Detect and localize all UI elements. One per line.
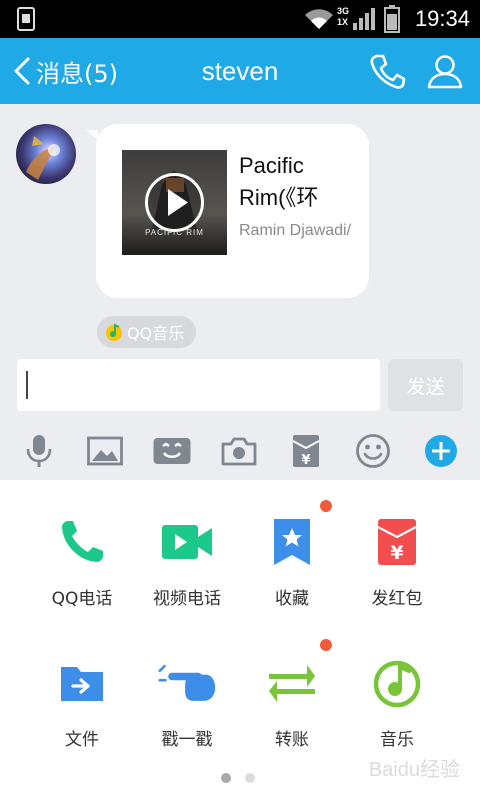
video-call-icon bbox=[162, 525, 212, 559]
song-title: Pacific Rim(《环 bbox=[239, 153, 319, 210]
text-caret bbox=[26, 371, 28, 399]
notification-app-icon bbox=[17, 7, 35, 31]
emoji-icon bbox=[356, 434, 390, 468]
file-item[interactable]: 文件 bbox=[22, 653, 142, 750]
status-bar: 3G 1X 19:34 bbox=[0, 0, 480, 38]
send-red-packet-label: 发红包 bbox=[371, 589, 423, 609]
microphone-icon bbox=[26, 435, 52, 467]
music-icon bbox=[373, 660, 421, 708]
video-message-icon bbox=[153, 438, 191, 464]
chat-header: 消息(5) steven bbox=[0, 38, 480, 104]
music-label: 音乐 bbox=[380, 730, 414, 750]
transfer-badge bbox=[320, 639, 332, 651]
voice-button[interactable] bbox=[15, 424, 63, 478]
favorites-label: 收藏 bbox=[275, 589, 309, 609]
photo-button[interactable] bbox=[81, 424, 129, 478]
album-cover[interactable]: PACIFIC RIM bbox=[122, 150, 227, 255]
page-indicator-inactive bbox=[245, 773, 255, 783]
transfer-icon bbox=[269, 665, 315, 702]
more-actions-panel: QQ电话 视频电话 收藏 ¥ 发红包 文件 戳一戳 转账 音乐 Baidu经验 bbox=[0, 480, 480, 800]
red-envelope-icon: ¥ bbox=[377, 519, 417, 565]
status-time: 19:34 bbox=[414, 6, 470, 31]
more-button[interactable] bbox=[417, 424, 465, 478]
song-artist: Ramin Djawadi/ bbox=[239, 222, 352, 239]
favorites-badge bbox=[320, 500, 332, 512]
plus-icon bbox=[425, 435, 457, 467]
message-input[interactable] bbox=[17, 359, 380, 411]
poke-label: 戳一戳 bbox=[161, 730, 213, 750]
wifi-icon bbox=[305, 9, 333, 30]
source-label: QQ音乐 bbox=[127, 324, 185, 343]
camera-icon bbox=[221, 437, 257, 466]
poke-item[interactable]: 戳一戳 bbox=[127, 653, 247, 750]
album-caption: PACIFIC RIM bbox=[145, 228, 204, 237]
camera-button[interactable] bbox=[215, 424, 263, 478]
phone-call-icon[interactable] bbox=[368, 52, 406, 90]
chat-area: PACIFIC RIM Pacific Rim(《环 Ramin Djawadi… bbox=[0, 104, 480, 480]
network-type-labels: 3G 1X bbox=[337, 6, 350, 27]
qq-call-item[interactable]: QQ电话 bbox=[22, 512, 142, 609]
watermark: Baidu经验 bbox=[368, 759, 460, 781]
avatar[interactable] bbox=[16, 124, 76, 184]
transfer-item[interactable]: 转账 bbox=[232, 639, 352, 750]
qq-call-label: QQ电话 bbox=[51, 589, 113, 609]
send-button[interactable]: 发送 bbox=[388, 359, 463, 411]
input-toolbar: ¥ bbox=[0, 424, 480, 478]
svg-text:¥: ¥ bbox=[390, 542, 403, 564]
favorites-item[interactable]: 收藏 bbox=[232, 500, 352, 609]
video-call-item[interactable]: 视频电话 bbox=[127, 512, 247, 609]
send-red-packet-item[interactable]: ¥ 发红包 bbox=[337, 512, 457, 609]
song-info: Pacific Rim(《环 Ramin Djawadi/ bbox=[239, 150, 359, 243]
music-source-tag[interactable]: QQ音乐 bbox=[97, 316, 197, 348]
chat-title: steven bbox=[201, 56, 279, 86]
red-packet-button[interactable]: ¥ bbox=[282, 424, 330, 478]
file-label: 文件 bbox=[65, 730, 99, 750]
battery-icon bbox=[384, 5, 400, 33]
video-call-label: 视频电话 bbox=[153, 589, 221, 609]
profile-icon[interactable] bbox=[426, 52, 464, 90]
signal-icon bbox=[353, 8, 375, 30]
image-icon bbox=[87, 436, 123, 466]
file-icon bbox=[61, 667, 103, 701]
page-indicator-active bbox=[221, 773, 231, 783]
transfer-label: 转账 bbox=[275, 730, 309, 750]
svg-text:¥: ¥ bbox=[301, 453, 310, 468]
video-message-button[interactable] bbox=[148, 424, 196, 478]
poke-icon bbox=[158, 664, 216, 701]
music-item[interactable]: 音乐 bbox=[337, 653, 457, 750]
favorites-icon bbox=[274, 519, 310, 565]
phone-icon bbox=[62, 521, 103, 562]
qq-music-icon bbox=[106, 323, 122, 341]
red-packet-icon: ¥ bbox=[292, 435, 320, 468]
emoji-button[interactable] bbox=[349, 424, 397, 478]
music-share-bubble[interactable]: PACIFIC RIM Pacific Rim(《环 Ramin Djawadi… bbox=[96, 124, 369, 298]
